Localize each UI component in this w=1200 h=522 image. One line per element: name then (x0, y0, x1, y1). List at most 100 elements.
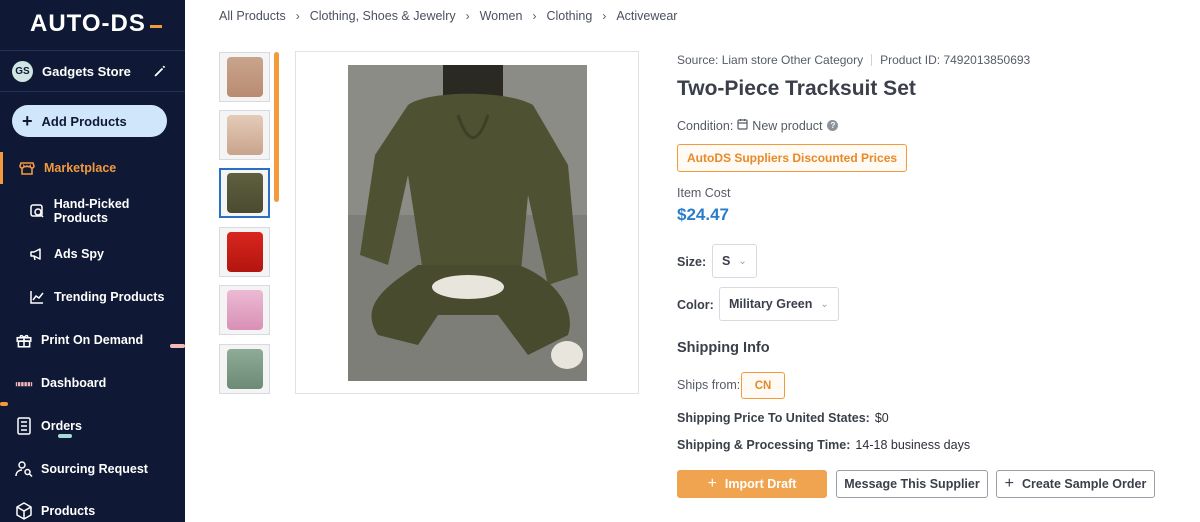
discount-badge[interactable]: AutoDS Suppliers Discounted Prices (677, 144, 908, 172)
sidebar-item-orders[interactable]: Orders (0, 406, 185, 446)
shipping-time-label: Shipping & Processing Time: (677, 438, 851, 452)
package-icon (15, 502, 33, 520)
color-select[interactable]: Military Green ⌄ (719, 287, 839, 321)
chevron-down-icon: ⌄ (738, 255, 747, 267)
breadcrumb-item[interactable]: Activewear (616, 9, 677, 23)
sidebar-item-sourcing-request[interactable]: Sourcing Request (0, 449, 185, 489)
product-id: Product ID: 7492013850693 (880, 53, 1031, 67)
breadcrumb: All Products › Clothing, Shoes & Jewelry… (219, 9, 677, 23)
plus-icon: + (22, 111, 33, 131)
sidebar-item-marketplace[interactable]: Marketplace (0, 148, 185, 188)
thumbnail-image (226, 115, 263, 155)
gauge-icon (15, 374, 33, 392)
plus-icon: + (1004, 475, 1014, 492)
message-supplier-label: Message This Supplier (844, 477, 980, 491)
thumbnail-image (226, 57, 263, 97)
color-value: Military Green (729, 297, 813, 311)
thumbnail-scrollbar[interactable] (274, 52, 279, 202)
product-thumbnail[interactable] (219, 227, 270, 277)
product-thumbnail[interactable] (219, 344, 270, 394)
main-product-image-frame[interactable] (295, 51, 639, 394)
divider (871, 54, 873, 66)
condition-label: Condition: (677, 118, 734, 133)
thumbnail-image (226, 349, 263, 389)
logo-accent-mark (149, 24, 162, 28)
thumbnail-image (226, 290, 263, 330)
plus-icon: + (707, 475, 717, 492)
condition-value: New product (752, 118, 823, 133)
sidebar-item-products[interactable]: Products (0, 491, 185, 522)
shipping-price-label: Shipping Price To United States: (677, 411, 870, 425)
store-icon (18, 159, 36, 177)
create-sample-order-button[interactable]: + Create Sample Order (996, 470, 1155, 498)
product-meta: Source: Liam store Other Category Produc… (677, 53, 1030, 67)
sidebar-item-trending-products[interactable]: Trending Products (0, 277, 185, 317)
calendar-icon (737, 118, 748, 133)
store-name: Gadgets Store (42, 63, 131, 79)
item-cost-label: Item Cost (677, 186, 731, 200)
shipping-info-title: Shipping Info (677, 340, 770, 356)
sidebar-item-label: Hand-Picked Products (53, 197, 130, 225)
pencil-icon[interactable] (153, 64, 167, 78)
shipping-time-value: 14-18 business days (855, 438, 971, 452)
sidebar-item-label: Products (41, 504, 96, 518)
sidebar-item-label: Dashboard (41, 376, 107, 390)
import-draft-button[interactable]: + Import Draft (677, 470, 827, 498)
breadcrumb-item[interactable]: Women (480, 9, 523, 23)
chevron-right-icon: › (295, 9, 300, 23)
product-thumbnail[interactable] (219, 168, 270, 218)
autods-logo[interactable]: AUTO-DS (30, 9, 162, 39)
product-thumbnail[interactable] (219, 285, 270, 335)
create-sample-label: Create Sample Order (1021, 477, 1147, 491)
product-source: Source: Liam store Other Category (677, 53, 864, 67)
sidebar-item-label: Sourcing Request (41, 462, 148, 476)
chevron-right-icon: › (532, 9, 537, 23)
decor-bar (58, 434, 72, 438)
breadcrumb-item[interactable]: Clothing (546, 9, 592, 23)
shipping-price-value: $0 (874, 411, 889, 425)
store-selector[interactable]: GS Gadgets Store (0, 50, 185, 92)
sidebar-item-ads-spy[interactable]: Ads Spy (0, 234, 185, 274)
store-avatar: GS (12, 60, 33, 82)
message-supplier-button[interactable]: Message This Supplier (836, 470, 988, 498)
size-value: S (722, 254, 731, 268)
item-cost: $24.47 (677, 205, 729, 224)
hand-picked-icon (28, 202, 46, 220)
chevron-right-icon: › (465, 9, 470, 23)
main-product-image (348, 65, 587, 381)
logo-text: AUTO-DS (30, 10, 146, 37)
shipping-price-row: Shipping Price To United States: $0 (677, 411, 889, 425)
product-condition: Condition: New product ? (677, 118, 839, 133)
size-label: Size: (677, 255, 707, 269)
chevron-right-icon: › (602, 9, 607, 23)
people-search-icon (15, 460, 33, 478)
add-products-button[interactable]: + Add Products (12, 105, 167, 137)
sidebar-item-print-on-demand[interactable]: Print On Demand (0, 320, 185, 360)
list-doc-icon (15, 417, 33, 435)
sidebar-item-hand-picked-products[interactable]: Hand-Picked Products (0, 191, 185, 231)
sidebar-item-label: Ads Spy (54, 247, 105, 261)
sidebar-item-label: Print On Demand (41, 333, 144, 347)
product-thumbnail[interactable] (219, 52, 270, 102)
breadcrumb-item[interactable]: All Products (219, 9, 286, 23)
sidebar-item-dashboard[interactable]: Dashboard (0, 363, 185, 403)
sidebar-item-label: Trending Products (54, 290, 165, 304)
chevron-down-icon: ⌄ (820, 298, 829, 310)
size-select[interactable]: S ⌄ (712, 244, 757, 278)
gift-box-icon (15, 331, 33, 349)
ships-from-badge[interactable]: CN (741, 372, 785, 399)
thumbnail-image (226, 232, 263, 272)
help-icon[interactable]: ? (827, 120, 839, 131)
product-title: Two-Piece Tracksuit Set (677, 77, 916, 100)
megaphone-icon (28, 245, 46, 263)
decor-bar (170, 344, 185, 348)
color-label: Color: (677, 298, 714, 312)
breadcrumb-item[interactable]: Clothing, Shoes & Jewelry (310, 9, 456, 23)
trend-chart-icon (28, 288, 46, 306)
import-draft-label: Import Draft (724, 477, 797, 491)
product-thumbnail[interactable] (219, 110, 270, 160)
sidebar-item-label: Orders (41, 419, 82, 433)
thumbnail-image (226, 173, 263, 213)
shipping-time-row: Shipping & Processing Time: 14-18 busines… (677, 438, 970, 452)
sidebar-item-label: Marketplace (44, 161, 117, 175)
